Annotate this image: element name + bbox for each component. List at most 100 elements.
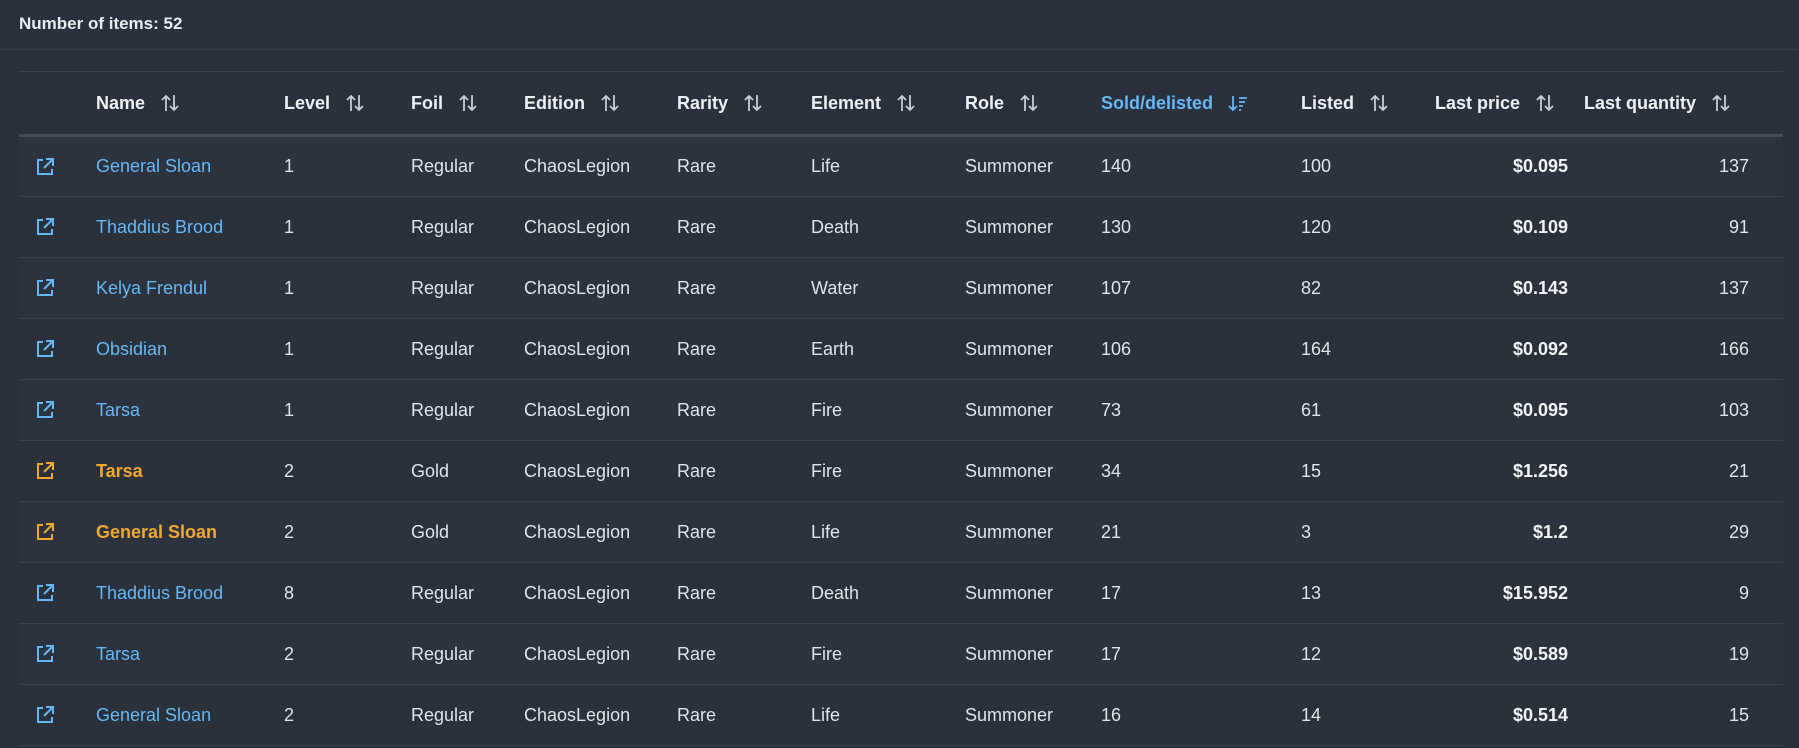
cell-foil: Regular	[411, 196, 524, 258]
cell-edition: ChaosLegion	[524, 135, 677, 197]
external-link-icon[interactable]	[34, 521, 56, 543]
header-role[interactable]: Role	[965, 72, 1101, 137]
cell-listed: 3	[1301, 501, 1435, 563]
cell-edition: ChaosLegion	[524, 684, 677, 746]
sort-icon[interactable]	[1534, 92, 1556, 114]
cell-element: Fire	[811, 623, 965, 685]
card-name-link[interactable]: Thaddius Brood	[96, 217, 223, 237]
external-link-icon[interactable]	[34, 582, 56, 604]
card-name-link[interactable]: Tarsa	[96, 461, 143, 481]
header-rarity[interactable]: Rarity	[677, 72, 811, 137]
card-name-cell: Thaddius Brood	[96, 562, 284, 624]
sort-icon[interactable]	[344, 92, 366, 114]
card-name-link[interactable]: General Sloan	[96, 522, 217, 542]
sort-icon[interactable]	[1018, 92, 1040, 114]
external-link-icon[interactable]	[34, 643, 56, 665]
card-name-cell: Kelya Frendul	[96, 257, 284, 319]
cell-last-quantity: 29	[1568, 501, 1783, 563]
cell-listed: 120	[1301, 196, 1435, 258]
card-name-link[interactable]: General Sloan	[96, 705, 211, 725]
external-link-icon[interactable]	[34, 277, 56, 299]
cell-last-price: $1.256	[1435, 440, 1568, 502]
open-link-cell	[19, 562, 96, 624]
cell-edition: ChaosLegion	[524, 318, 677, 380]
cell-last-price: $15.952	[1435, 562, 1568, 624]
header-listed[interactable]: Listed	[1301, 72, 1435, 137]
cell-foil: Gold	[411, 440, 524, 502]
sort-icon[interactable]	[1368, 92, 1390, 114]
cell-last-price: $0.095	[1435, 135, 1568, 197]
cell-last-price: $0.109	[1435, 196, 1568, 258]
cell-element: Earth	[811, 318, 965, 380]
header-foil[interactable]: Foil	[411, 72, 524, 137]
item-count-label: Number of items: 52	[19, 14, 183, 33]
header-name[interactable]: Name	[96, 72, 284, 137]
cell-foil: Regular	[411, 684, 524, 746]
cell-foil: Regular	[411, 257, 524, 319]
cell-last-price: $0.514	[1435, 684, 1568, 746]
card-name-link[interactable]: Obsidian	[96, 339, 167, 359]
external-link-icon[interactable]	[34, 216, 56, 238]
open-link-cell	[19, 196, 96, 258]
cell-foil: Regular	[411, 135, 524, 197]
sort-icon[interactable]	[599, 92, 621, 114]
cell-listed: 13	[1301, 562, 1435, 624]
cell-foil: Regular	[411, 623, 524, 685]
sort-descending-icon[interactable]	[1227, 92, 1249, 114]
external-link-icon[interactable]	[34, 399, 56, 421]
header-link	[19, 72, 96, 137]
cell-listed: 82	[1301, 257, 1435, 319]
cell-element: Death	[811, 562, 965, 624]
external-link-icon[interactable]	[34, 460, 56, 482]
cards-table: Name Level Foil Edition Rarity Element R…	[19, 72, 1783, 746]
cell-sold: 16	[1101, 684, 1301, 746]
table-row: Obsidian 1 Regular ChaosLegion Rare Earth Summ…	[19, 318, 1783, 380]
sort-icon[interactable]	[457, 92, 479, 114]
cell-last-price: $1.2	[1435, 501, 1568, 563]
cell-last-quantity: 9	[1568, 562, 1783, 624]
header-last-quantity[interactable]: Last quantity	[1568, 72, 1783, 137]
card-name-link[interactable]: Tarsa	[96, 644, 140, 664]
cell-level: 1	[284, 257, 411, 319]
header-element[interactable]: Element	[811, 72, 965, 137]
cell-sold: 17	[1101, 562, 1301, 624]
cell-rarity: Rare	[677, 684, 811, 746]
external-link-icon[interactable]	[34, 156, 56, 178]
table-row: Tarsa 1 Regular ChaosLegion Rare Fire Summoner…	[19, 379, 1783, 441]
sort-icon[interactable]	[159, 92, 181, 114]
table-body: General Sloan 1 Regular ChaosLegion Rare Life…	[19, 135, 1783, 746]
cell-foil: Gold	[411, 501, 524, 563]
cell-sold: 130	[1101, 196, 1301, 258]
cell-element: Life	[811, 501, 965, 563]
cell-edition: ChaosLegion	[524, 501, 677, 563]
external-link-icon[interactable]	[34, 338, 56, 360]
card-name-cell: Obsidian	[96, 318, 284, 380]
cell-listed: 14	[1301, 684, 1435, 746]
cell-edition: ChaosLegion	[524, 562, 677, 624]
cell-last-quantity: 91	[1568, 196, 1783, 258]
card-name-link[interactable]: Tarsa	[96, 400, 140, 420]
cell-role: Summoner	[965, 501, 1101, 563]
card-name-link[interactable]: Kelya Frendul	[96, 278, 207, 298]
cell-sold: 21	[1101, 501, 1301, 563]
header-last-price[interactable]: Last price	[1435, 72, 1568, 137]
cell-last-quantity: 166	[1568, 318, 1783, 380]
cell-role: Summoner	[965, 135, 1101, 197]
open-link-cell	[19, 623, 96, 685]
external-link-icon[interactable]	[34, 704, 56, 726]
sort-icon[interactable]	[895, 92, 917, 114]
header-sold-delisted[interactable]: Sold/delisted	[1101, 72, 1301, 137]
cell-listed: 12	[1301, 623, 1435, 685]
header-level[interactable]: Level	[284, 72, 411, 137]
card-name-link[interactable]: General Sloan	[96, 156, 211, 176]
cell-level: 1	[284, 196, 411, 258]
header-edition[interactable]: Edition	[524, 72, 677, 137]
card-name-link[interactable]: Thaddius Brood	[96, 583, 223, 603]
sort-icon[interactable]	[1710, 92, 1732, 114]
cell-last-quantity: 19	[1568, 623, 1783, 685]
sort-icon[interactable]	[742, 92, 764, 114]
cell-level: 1	[284, 135, 411, 197]
cell-last-price: $0.589	[1435, 623, 1568, 685]
cell-role: Summoner	[965, 562, 1101, 624]
table-row: General Sloan 2 Regular ChaosLegion Rare Life…	[19, 684, 1783, 746]
